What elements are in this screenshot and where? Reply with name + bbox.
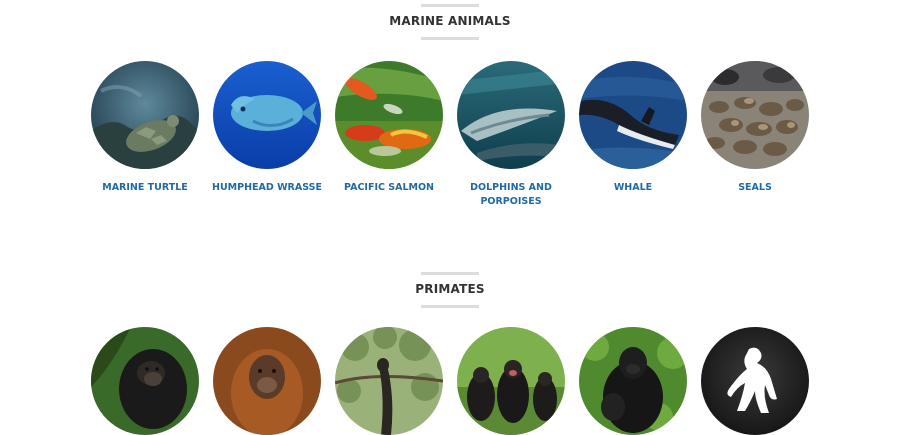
heading-divider-top: [421, 272, 479, 275]
animal-card-gibbon[interactable]: [319, 327, 459, 435]
section-title: PRIMATES: [415, 282, 485, 296]
animal-label[interactable]: WHALE: [563, 181, 703, 195]
humphead-wrasse-photo[interactable]: [213, 61, 321, 169]
animal-card-pacific-salmon[interactable]: PACIFIC SALMON: [319, 61, 459, 195]
section-heading: MARINE ANIMALS: [0, 0, 900, 44]
heading-divider-bottom: [421, 305, 479, 308]
primates-section: PRIMATES: [0, 268, 900, 435]
animal-card-bonobos[interactable]: [441, 327, 581, 435]
animal-card-whale[interactable]: WHALE: [563, 61, 703, 195]
animal-card-primate-silhouette[interactable]: [685, 327, 825, 435]
dolphins-photo[interactable]: [457, 61, 565, 169]
section-heading: PRIMATES: [0, 268, 900, 312]
animal-label[interactable]: DOLPHINS AND PORPOISES: [441, 181, 581, 209]
animal-card-seals[interactable]: SEALS: [685, 61, 825, 195]
primate-silhouette-icon[interactable]: [701, 327, 809, 435]
gorilla-photo[interactable]: [579, 327, 687, 435]
animal-label[interactable]: SEALS: [685, 181, 825, 195]
gibbon-photo[interactable]: [335, 327, 443, 435]
heading-divider-top: [421, 4, 479, 7]
section-title: MARINE ANIMALS: [389, 14, 511, 28]
marine-turtle-photo[interactable]: [91, 61, 199, 169]
animal-label[interactable]: PACIFIC SALMON: [319, 181, 459, 195]
animal-card-chimpanzee[interactable]: [75, 327, 215, 435]
chimpanzee-photo[interactable]: [91, 327, 199, 435]
orangutan-photo[interactable]: [213, 327, 321, 435]
animal-card-humphead-wrasse[interactable]: HUMPHEAD WRASSE: [197, 61, 337, 195]
animal-label[interactable]: HUMPHEAD WRASSE: [197, 181, 337, 195]
seals-photo[interactable]: [701, 61, 809, 169]
animal-card-marine-turtle[interactable]: MARINE TURTLE: [75, 61, 215, 195]
bonobos-photo[interactable]: [457, 327, 565, 435]
heading-divider-bottom: [421, 37, 479, 40]
whale-photo[interactable]: [579, 61, 687, 169]
marine-animals-section: MARINE ANIMALS MARINE TURTLE HUMPHEAD WR…: [0, 0, 900, 207]
animal-card-dolphins-and-porpoises[interactable]: DOLPHINS AND PORPOISES: [441, 61, 581, 209]
animal-card-gorilla[interactable]: [563, 327, 703, 435]
animal-card-orangutan[interactable]: [197, 327, 337, 435]
animal-label[interactable]: MARINE TURTLE: [75, 181, 215, 195]
pacific-salmon-photo[interactable]: [335, 61, 443, 169]
